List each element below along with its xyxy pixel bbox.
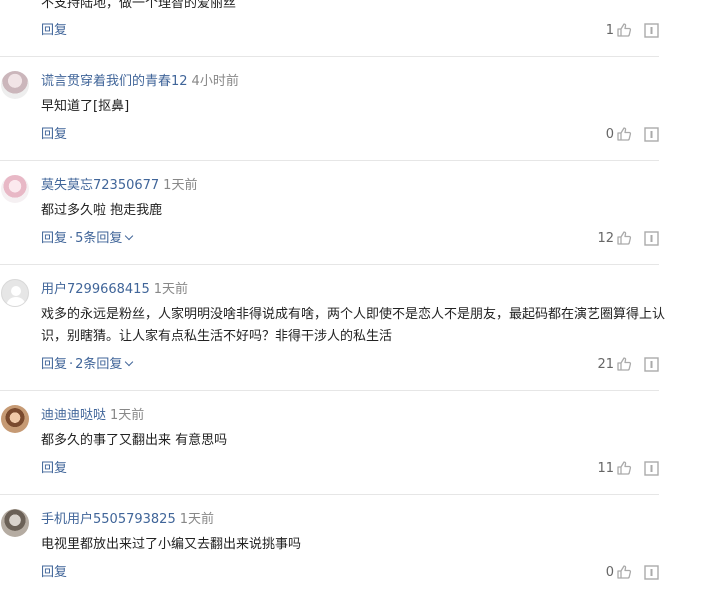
username-link[interactable]: 手机用户5505793825 [41,512,176,527]
chevron-down-icon [125,231,134,241]
like-count: 1 [605,23,614,38]
comment-actions: 回复 [41,23,67,39]
replies-count: 2条回复 [75,357,123,372]
comment-content: 都多久的事了又翻出来 有意思吗 [41,433,228,448]
comment-actions: 回复 · 5条回复 [41,231,134,247]
like-count: 11 [597,461,614,476]
comment-header: 用户7299668415 1天前 [41,282,188,298]
avatar[interactable] [1,509,29,537]
comment-time: 1天前 [153,282,188,297]
username-link[interactable]: 用户7299668415 [41,282,150,297]
comment-header: 手机用户5505793825 1天前 [41,512,214,528]
view-replies-button[interactable]: 2条回复 [75,357,134,372]
thumbs-up-icon[interactable] [616,22,632,38]
comment-content: 电视里都放出来过了小编又去翻出来说挑事吗 [41,537,302,552]
chevron-down-icon [125,357,134,367]
view-replies-button[interactable]: 5条回复 [75,231,134,246]
report-icon[interactable] [644,127,659,142]
like-count: 21 [597,357,614,372]
separator: · [69,357,74,372]
like-count: 12 [597,231,614,246]
report-icon[interactable] [644,357,659,372]
thumbs-up-icon[interactable] [616,356,632,372]
comment-header: 莫失莫忘72350677 1天前 [41,178,197,194]
like-count: 0 [605,565,614,580]
comment-divider [0,264,659,265]
comment-content: 早知道了[抠鼻] [41,99,130,114]
thumbs-up-icon[interactable] [616,230,632,246]
separator: · [69,231,74,246]
reply-button[interactable]: 回复 [41,23,67,38]
comment-divider [0,56,659,57]
comment-actions: 回复 [41,461,67,477]
comment-time: 1天前 [163,178,198,193]
comment-time: 1天前 [110,408,145,423]
replies-count: 5条回复 [75,231,123,246]
avatar[interactable] [1,405,29,433]
comment-header: 谎言贯穿着我们的青春12 4小时前 [41,74,239,90]
avatar[interactable] [1,71,29,99]
like-count: 0 [605,127,614,142]
comment-actions: 回复 · 2条回复 [41,357,134,373]
report-icon[interactable] [644,231,659,246]
reply-button[interactable]: 回复 [41,565,67,580]
thumbs-up-icon[interactable] [616,460,632,476]
comment-time: 4小时前 [191,74,239,89]
comment-content: 不支持陆地，做一个理智的爱丽丝 [41,0,237,11]
reply-button[interactable]: 回复 [41,461,67,476]
username-link[interactable]: 迪迪迪哒哒 [41,408,106,423]
avatar[interactable] [1,175,29,203]
thumbs-up-icon[interactable] [616,564,632,580]
report-icon[interactable] [644,461,659,476]
username-link[interactable]: 谎言贯穿着我们的青春12 [41,74,188,89]
comment-content: 都过多久啦 抱走我鹿 [41,203,163,218]
comment-divider [0,390,659,391]
comment-time: 1天前 [179,512,214,527]
default-avatar-icon [6,286,26,306]
report-icon[interactable] [644,565,659,580]
username-link[interactable]: 莫失莫忘72350677 [41,178,159,193]
thumbs-up-icon[interactable] [616,126,632,142]
avatar[interactable] [1,279,29,307]
reply-button[interactable]: 回复 [41,231,67,246]
reply-button[interactable]: 回复 [41,357,67,372]
report-icon[interactable] [644,23,659,38]
comment-divider [0,494,659,495]
comment-header: 迪迪迪哒哒 1天前 [41,408,144,424]
comment-content: 戏多的永远是粉丝，人家明明没啥非得说成有啥，两个人即使不是恋人不是朋友，最起码都… [41,307,666,344]
comment-actions: 回复 [41,127,67,143]
comment-actions: 回复 [41,565,67,581]
reply-button[interactable]: 回复 [41,127,67,142]
comment-divider [0,160,659,161]
